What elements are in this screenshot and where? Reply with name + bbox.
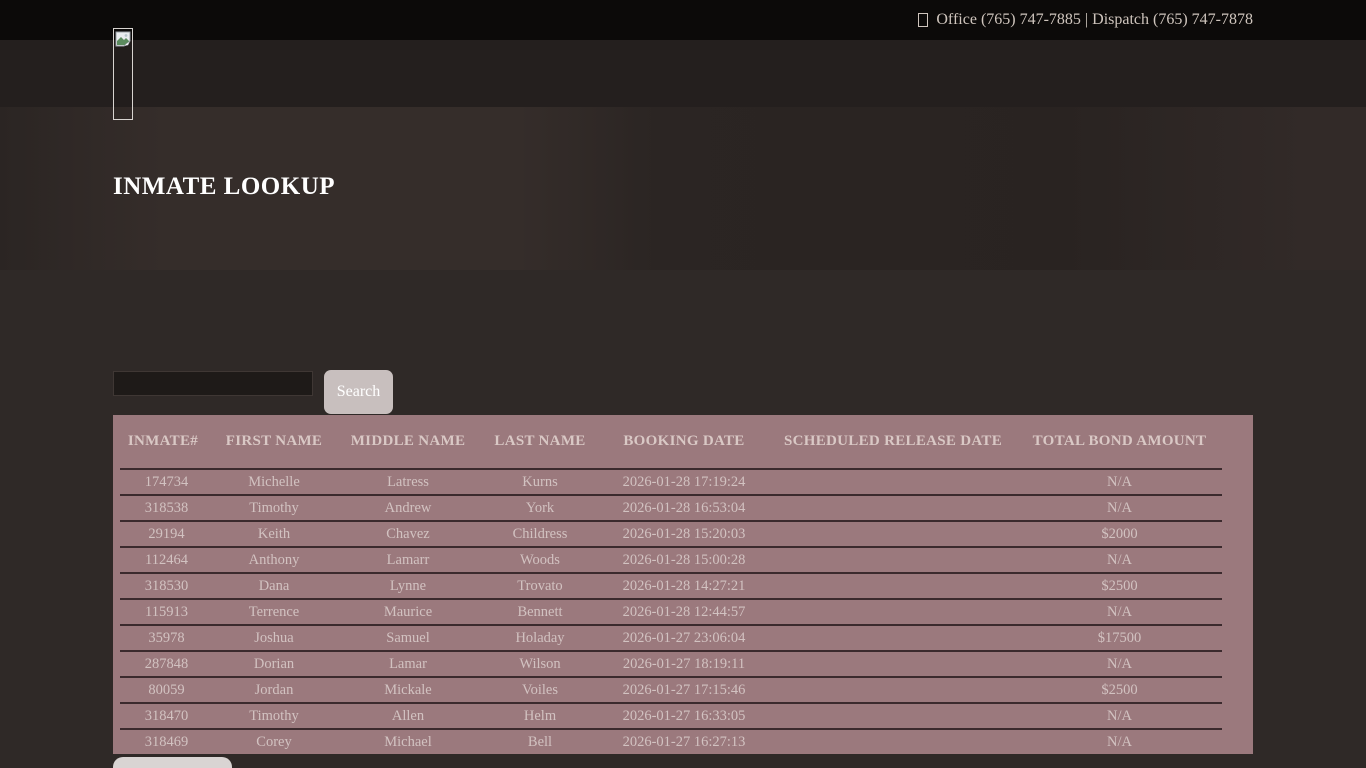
column-header-first-name: FIRST NAME xyxy=(213,433,335,450)
column-header-total-bond-amount: TOTAL BOND AMOUNT xyxy=(1017,433,1222,450)
cell-booking-date: 2026-01-28 14:27:21 xyxy=(599,578,769,595)
cell-middle-name: Lamarr xyxy=(335,552,481,569)
column-header-inmate-number: INMATE# xyxy=(113,433,213,450)
cell-last-name: Childress xyxy=(481,526,599,543)
table-row[interactable]: 287848 Dorian Lamar Wilson 2026-01-27 18… xyxy=(120,650,1222,676)
cell-total-bond-amount: N/A xyxy=(1017,552,1222,569)
phone-icon xyxy=(918,13,928,27)
search-button[interactable]: Search xyxy=(324,370,393,414)
cell-first-name: Corey xyxy=(213,734,335,751)
cell-last-name: Bennett xyxy=(481,604,599,621)
cell-inmate-number: 35978 xyxy=(120,630,213,647)
cell-last-name: Kurns xyxy=(481,474,599,491)
cell-last-name: Holaday xyxy=(481,630,599,647)
cell-middle-name: Samuel xyxy=(335,630,481,647)
column-header-middle-name: MIDDLE NAME xyxy=(335,433,481,450)
table-row[interactable]: 318530 Dana Lynne Trovato 2026-01-28 14:… xyxy=(120,572,1222,598)
cell-first-name: Michelle xyxy=(213,474,335,491)
cell-total-bond-amount: N/A xyxy=(1017,500,1222,517)
cell-total-bond-amount: $17500 xyxy=(1017,630,1222,647)
contact-phone-text: Office (765) 747-7885 | Dispatch (765) 7… xyxy=(936,11,1253,29)
cell-middle-name: Latress xyxy=(335,474,481,491)
cell-first-name: Jordan xyxy=(213,682,335,699)
cell-total-bond-amount: $2000 xyxy=(1017,526,1222,543)
cell-total-bond-amount: N/A xyxy=(1017,656,1222,673)
cell-middle-name: Michael xyxy=(335,734,481,751)
cell-booking-date: 2026-01-28 16:53:04 xyxy=(599,500,769,517)
cell-inmate-number: 29194 xyxy=(120,526,213,543)
cell-first-name: Joshua xyxy=(213,630,335,647)
cell-inmate-number: 318470 xyxy=(120,708,213,725)
cell-first-name: Timothy xyxy=(213,708,335,725)
cell-total-bond-amount: $2500 xyxy=(1017,578,1222,595)
search-input[interactable] xyxy=(113,371,313,396)
cell-booking-date: 2026-01-27 17:15:46 xyxy=(599,682,769,699)
cell-inmate-number: 174734 xyxy=(120,474,213,491)
cell-last-name: York xyxy=(481,500,599,517)
nav-band xyxy=(0,40,1366,107)
cell-middle-name: Maurice xyxy=(335,604,481,621)
cell-inmate-number: 318469 xyxy=(120,734,213,751)
table-row[interactable]: 112464 Anthony Lamarr Woods 2026-01-28 1… xyxy=(120,546,1222,572)
column-header-last-name: LAST NAME xyxy=(481,433,599,450)
pagination-previous-button[interactable]: « Previous xyxy=(113,757,232,768)
cell-inmate-number: 80059 xyxy=(120,682,213,699)
contact-topbar: Office (765) 747-7885 | Dispatch (765) 7… xyxy=(0,0,1366,40)
cell-total-bond-amount: N/A xyxy=(1017,734,1222,751)
table-row[interactable]: 35978 Joshua Samuel Holaday 2026-01-27 2… xyxy=(120,624,1222,650)
cell-middle-name: Mickale xyxy=(335,682,481,699)
page-title: INMATE LOOKUP xyxy=(113,173,335,201)
cell-last-name: Trovato xyxy=(481,578,599,595)
cell-last-name: Wilson xyxy=(481,656,599,673)
cell-last-name: Helm xyxy=(481,708,599,725)
table-row[interactable]: 318469 Corey Michael Bell 2026-01-27 16:… xyxy=(120,728,1222,754)
table-header-row: INMATE# FIRST NAME MIDDLE NAME LAST NAME… xyxy=(113,415,1253,468)
column-header-scheduled-release-date: SCHEDULED RELEASE DATE xyxy=(769,433,1017,450)
cell-first-name: Anthony xyxy=(213,552,335,569)
column-header-booking-date: BOOKING DATE xyxy=(599,433,769,450)
broken-image-icon xyxy=(115,31,131,47)
cell-booking-date: 2026-01-28 12:44:57 xyxy=(599,604,769,621)
table-row[interactable]: 115913 Terrence Maurice Bennett 2026-01-… xyxy=(120,598,1222,624)
cell-booking-date: 2026-01-27 16:27:13 xyxy=(599,734,769,751)
cell-total-bond-amount: $2500 xyxy=(1017,682,1222,699)
table-row[interactable]: 174734 Michelle Latress Kurns 2026-01-28… xyxy=(120,468,1222,494)
table-body: 174734 Michelle Latress Kurns 2026-01-28… xyxy=(120,468,1222,754)
cell-first-name: Dana xyxy=(213,578,335,595)
table-row[interactable]: 29194 Keith Chavez Childress 2026-01-28 … xyxy=(120,520,1222,546)
cell-booking-date: 2026-01-28 15:20:03 xyxy=(599,526,769,543)
cell-inmate-number: 115913 xyxy=(120,604,213,621)
cell-booking-date: 2026-01-27 16:33:05 xyxy=(599,708,769,725)
inmate-lookup-page: Office (765) 747-7885 | Dispatch (765) 7… xyxy=(0,0,1366,768)
cell-total-bond-amount: N/A xyxy=(1017,474,1222,491)
cell-inmate-number: 318530 xyxy=(120,578,213,595)
cell-booking-date: 2026-01-28 15:00:28 xyxy=(599,552,769,569)
cell-middle-name: Lamar xyxy=(335,656,481,673)
cell-inmate-number: 112464 xyxy=(120,552,213,569)
cell-booking-date: 2026-01-27 23:06:04 xyxy=(599,630,769,647)
cell-first-name: Timothy xyxy=(213,500,335,517)
cell-booking-date: 2026-01-27 18:19:11 xyxy=(599,656,769,673)
cell-inmate-number: 287848 xyxy=(120,656,213,673)
site-logo-broken-image[interactable] xyxy=(113,28,133,120)
cell-first-name: Keith xyxy=(213,526,335,543)
cell-last-name: Woods xyxy=(481,552,599,569)
cell-middle-name: Andrew xyxy=(335,500,481,517)
inmate-table: INMATE# FIRST NAME MIDDLE NAME LAST NAME… xyxy=(113,415,1253,754)
cell-middle-name: Lynne xyxy=(335,578,481,595)
cell-first-name: Dorian xyxy=(213,656,335,673)
cell-last-name: Bell xyxy=(481,734,599,751)
cell-inmate-number: 318538 xyxy=(120,500,213,517)
table-row[interactable]: 80059 Jordan Mickale Voiles 2026-01-27 1… xyxy=(120,676,1222,702)
table-row[interactable]: 318470 Timothy Allen Helm 2026-01-27 16:… xyxy=(120,702,1222,728)
cell-booking-date: 2026-01-28 17:19:24 xyxy=(599,474,769,491)
cell-total-bond-amount: N/A xyxy=(1017,604,1222,621)
cell-total-bond-amount: N/A xyxy=(1017,708,1222,725)
cell-first-name: Terrence xyxy=(213,604,335,621)
table-row[interactable]: 318538 Timothy Andrew York 2026-01-28 16… xyxy=(120,494,1222,520)
cell-middle-name: Chavez xyxy=(335,526,481,543)
cell-last-name: Voiles xyxy=(481,682,599,699)
cell-middle-name: Allen xyxy=(335,708,481,725)
